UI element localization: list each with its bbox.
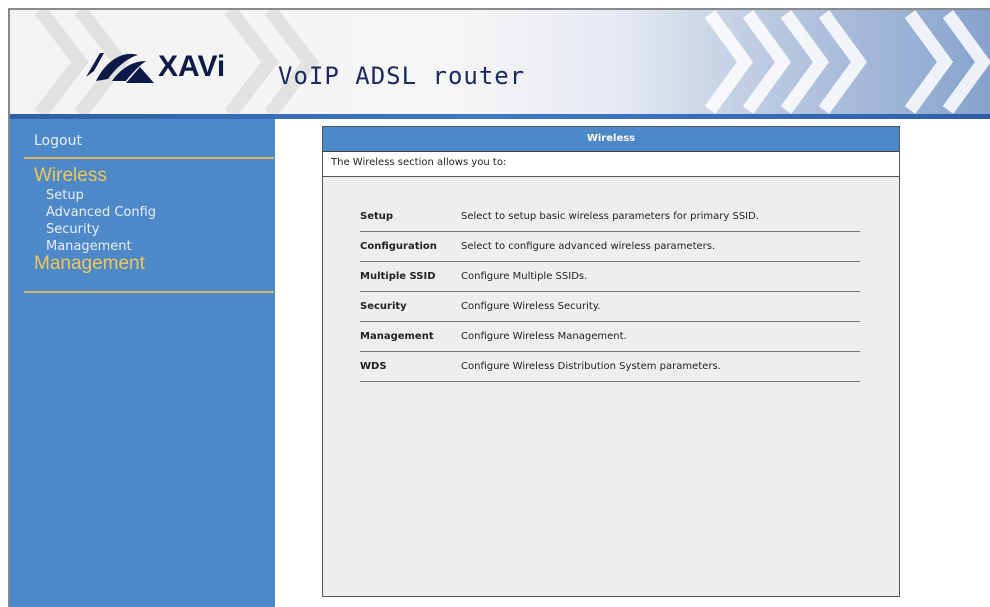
- list-item-security[interactable]: Security Configure Wireless Security.: [360, 291, 860, 322]
- sidebar: Logout Wireless Setup Advanced Config Se…: [10, 119, 275, 607]
- panel-intro: The Wireless section allows you to:: [323, 152, 899, 177]
- sidebar-divider: [24, 291, 274, 293]
- panel-title: Wireless: [323, 127, 899, 152]
- row-label[interactable]: Setup: [360, 211, 393, 222]
- sidebar-divider: [24, 157, 274, 159]
- list-item-multiple-ssid[interactable]: Multiple SSID Configure Multiple SSIDs.: [360, 261, 860, 292]
- row-label[interactable]: Multiple SSID: [360, 271, 436, 282]
- row-description: Configure Multiple SSIDs.: [461, 271, 588, 282]
- list-item-wds[interactable]: WDS Configure Wireless Distribution Syst…: [360, 351, 860, 382]
- brand-logo: XAVi: [82, 46, 225, 88]
- sidebar-item-setup[interactable]: Setup: [46, 188, 84, 204]
- row-description: Select to configure advanced wireless pa…: [461, 241, 716, 252]
- sidebar-section-management[interactable]: Management: [34, 253, 145, 275]
- logout-link[interactable]: Logout: [34, 133, 82, 149]
- wireless-panel: Wireless The Wireless section allows you…: [322, 126, 900, 597]
- xavi-logo-icon: [86, 53, 154, 83]
- list-item-setup[interactable]: Setup Select to setup basic wireless par…: [360, 201, 860, 232]
- row-description: Select to setup basic wireless parameter…: [461, 211, 760, 222]
- sidebar-item-security[interactable]: Security: [46, 222, 99, 238]
- row-label[interactable]: Security: [360, 301, 407, 312]
- row-description: Configure Wireless Security.: [461, 301, 601, 312]
- row-label[interactable]: WDS: [360, 361, 387, 372]
- header-banner: XAVi VoIP ADSL router: [10, 10, 990, 114]
- list-item-configuration[interactable]: Configuration Select to configure advanc…: [360, 231, 860, 262]
- product-title: VoIP ADSL router: [278, 62, 526, 90]
- row-description: Configure Wireless Management.: [461, 331, 627, 342]
- sidebar-section-wireless[interactable]: Wireless: [34, 165, 107, 187]
- logo-wordmark: XAVi: [158, 50, 226, 83]
- row-label[interactable]: Configuration: [360, 241, 437, 252]
- sidebar-item-advanced-config[interactable]: Advanced Config: [46, 205, 156, 221]
- list-item-management[interactable]: Management Configure Wireless Management…: [360, 321, 860, 352]
- row-label[interactable]: Management: [360, 331, 434, 342]
- row-description: Configure Wireless Distribution System p…: [461, 361, 721, 372]
